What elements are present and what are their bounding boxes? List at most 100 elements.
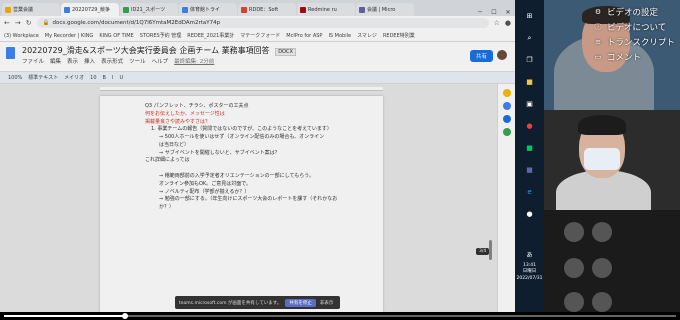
browser-tab[interactable]: Redmine ru [297, 3, 355, 16]
line-icon[interactable]: ■ [524, 142, 536, 154]
tab-label: 体育館トライ [190, 7, 221, 13]
tab-favicon-icon [300, 6, 306, 13]
doc-paragraph [145, 165, 373, 173]
participant-video[interactable] [544, 110, 680, 210]
bookmark-item[interactable]: REDEE_2021事業計 [187, 32, 234, 39]
toolbar-item[interactable]: 標準テキスト [28, 74, 58, 81]
browser-tab[interactable]: 体育館トライ [179, 3, 237, 16]
bookmark-item[interactable]: IS Mobile [328, 33, 351, 39]
share-button[interactable]: 共有 [469, 50, 493, 62]
chrome-icon[interactable]: ● [524, 120, 536, 132]
browser-tab[interactable]: RDDE：Soft [238, 3, 296, 16]
doc-paragraph: 何をお伝えしたか、メッセージ性は [145, 110, 225, 117]
menu-item[interactable]: ≡ トランスクリプト [590, 34, 680, 49]
docs-menu-item[interactable]: 表示形式 [101, 57, 123, 65]
doc-title[interactable]: 20220729_滑走&スポーツ大会実行委員会 企画チーム 業務事項回答 DOC… [22, 45, 296, 56]
search-icon[interactable]: ⌕ [524, 32, 536, 44]
bookmark-item[interactable]: (3) Workplace [4, 33, 39, 39]
address-bar-row: ← → ↻ 🔒 docs.google.com/document/d/1Q7l6… [0, 16, 515, 30]
contacts-icon[interactable] [502, 115, 511, 123]
menu-item[interactable]: ⓘ ビデオについて [590, 19, 680, 34]
bookmark-item[interactable]: マテークフォード [240, 32, 280, 39]
reload-icon[interactable]: ↻ [26, 19, 32, 27]
docs-logo-icon[interactable] [6, 47, 15, 59]
explorer-icon[interactable]: ■ [524, 76, 536, 88]
star-icon[interactable]: ☆ [494, 19, 500, 27]
forward-icon[interactable]: → [15, 19, 21, 27]
bookmark-item[interactable]: McIPro for ASP [286, 33, 322, 39]
bookmark-item[interactable]: REDEE特別業 [383, 32, 415, 39]
participant-avatar[interactable] [592, 222, 612, 242]
tab-favicon-icon [64, 6, 70, 13]
toolbar-item[interactable]: 10 [90, 75, 96, 81]
bookmark-item[interactable]: STORES予約 管理 [140, 32, 182, 39]
url-field[interactable]: 🔒 docs.google.com/document/d/1Q7l6YmtaM2… [36, 18, 489, 28]
toolbar-item[interactable]: 100% [8, 75, 22, 81]
profile-icon[interactable]: ● [505, 19, 511, 27]
store-icon[interactable]: ▣ [524, 98, 536, 110]
bookmark-item[interactable]: My Recorder | KING [45, 33, 94, 39]
docs-menu-item[interactable]: ツール [129, 57, 146, 65]
participant-avatar[interactable] [564, 222, 584, 242]
docs-menu-item[interactable]: 表示 [67, 57, 78, 65]
maps-icon[interactable] [502, 128, 511, 136]
toolbar-item[interactable]: U [119, 75, 123, 81]
participant-avatar[interactable] [592, 292, 612, 312]
participant-avatar[interactable] [564, 258, 584, 278]
last-edit-link[interactable]: 最終編集: 2分前 [174, 57, 214, 65]
docs-menu-bar: ファイル 編集 表示 挿入 表示形式 ツール ヘルプ 最終編集: 2分前 [22, 57, 214, 65]
tab-label: ID21_スポーツ [131, 7, 166, 13]
app-icon[interactable]: ● [524, 208, 536, 220]
browser-tab[interactable]: 会議 | Micro [356, 3, 414, 16]
progress-handle[interactable] [121, 313, 128, 319]
hide-button[interactable]: 非表示 [320, 300, 334, 306]
face-mask [584, 148, 620, 170]
doc-paragraph: 1. 事業チームの報告（質問ではないのですが、このようなことを考えています） [151, 126, 332, 133]
tasks-icon[interactable] [502, 102, 511, 110]
close-button[interactable]: ✕ [501, 9, 515, 16]
keep-icon[interactable] [502, 89, 511, 97]
scrollbar[interactable] [489, 240, 492, 260]
docs-menu-item[interactable]: 挿入 [84, 57, 95, 65]
toolbar-item[interactable]: メイリオ [64, 74, 84, 81]
doc-paragraph: は当日など） [159, 141, 190, 148]
participant-avatar[interactable] [592, 258, 612, 278]
toolbar-item[interactable]: B [103, 75, 106, 81]
doc-paragraph: ⇒ 500人ホールを使いはせず（オンライン配信のみの場合も、オンライン [159, 134, 325, 140]
tab-favicon-icon [5, 6, 11, 13]
docs-menu-item[interactable]: ファイル [22, 57, 44, 65]
back-icon[interactable]: ← [4, 19, 10, 27]
maximize-button[interactable]: ☐ [487, 9, 501, 16]
taskbar-clock[interactable]: あ 13:41 日曜日 2022/07/31 [515, 252, 544, 282]
screen-share-bar: teams.microsoft.com が画面を共有しています。 共有を停止 非… [175, 296, 340, 309]
stop-sharing-button[interactable]: 共有を停止 [285, 298, 316, 307]
teams-icon[interactable]: ■ [524, 164, 536, 176]
task-view-icon[interactable]: ❐ [524, 54, 536, 66]
browser-tab[interactable]: 20220729_競争 [61, 3, 119, 16]
tab-label: RDDE：Soft [249, 7, 279, 13]
video-progress-bar[interactable] [0, 312, 680, 320]
docs-menu-item[interactable]: 編集 [50, 57, 61, 65]
ime-indicator[interactable]: あ [515, 252, 544, 260]
menu-item[interactable]: ▭ コメント [590, 49, 680, 64]
docs-menu-item[interactable]: ヘルプ [152, 57, 169, 65]
progress-track[interactable] [4, 313, 676, 319]
bookmark-item[interactable]: KING OF TIME [99, 33, 133, 39]
lock-icon: 🔒 [42, 20, 50, 26]
minimize-button[interactable]: ─ [473, 9, 487, 16]
ruler [100, 87, 383, 91]
docs-side-panel [497, 84, 515, 312]
page-indicator: 3/4 [476, 248, 490, 255]
bookmark-item[interactable]: スマレジ [357, 32, 377, 39]
avatar[interactable] [497, 50, 507, 60]
clock-date: 2022/07/31 [516, 275, 543, 281]
browser-tab[interactable]: 営業会議 [2, 3, 60, 16]
participant-avatar[interactable] [564, 292, 584, 312]
edge-icon[interactable]: e [524, 186, 536, 198]
windows-start-icon[interactable]: ⊞ [524, 10, 536, 22]
toolbar-item[interactable]: I [112, 75, 113, 81]
menu-item[interactable]: ⚙ ビデオの設定 [590, 4, 680, 19]
docs-header: 20220729_滑走&スポーツ大会実行委員会 企画チーム 業務事項回答 DOC… [0, 42, 515, 72]
browser-tab[interactable]: ID21_スポーツ [120, 3, 178, 16]
document-page[interactable]: Q3 パンフレット、チラシ、ポスターの工夫点 何をお伝えしたか、メッセージ性は 掲載… [100, 96, 383, 312]
